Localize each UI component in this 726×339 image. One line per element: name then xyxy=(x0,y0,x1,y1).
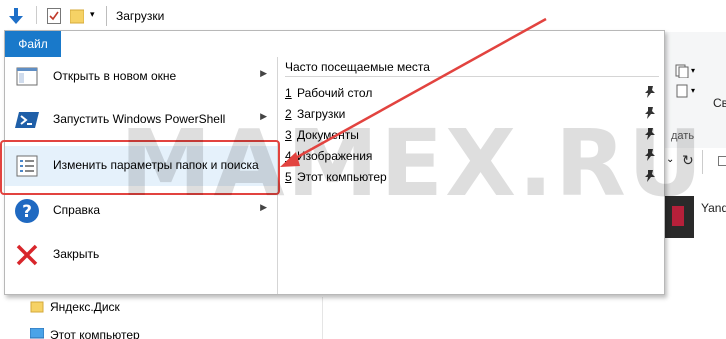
recent-item-label: Рабочий стол xyxy=(297,86,373,100)
ribbon-dropdown-icon[interactable]: ▾ xyxy=(691,66,695,75)
file-tab[interactable]: Файл xyxy=(5,31,61,57)
paste-shortcut-icon[interactable] xyxy=(675,84,689,98)
title-bar: ▾ Загрузки xyxy=(0,0,726,31)
search-box-partial[interactable] xyxy=(718,156,726,166)
copy-path-icon[interactable] xyxy=(675,64,689,78)
menu-item-label: Открыть в новом окне xyxy=(53,69,177,83)
menu-item-label: Справка xyxy=(53,203,101,217)
powershell-icon xyxy=(15,112,39,128)
recent-header-divider xyxy=(285,76,659,77)
title-separator xyxy=(106,6,107,26)
recent-places-header: Часто посещаемые места xyxy=(285,60,430,74)
this-pc-icon xyxy=(30,328,44,339)
window-title: Загрузки xyxy=(116,9,165,23)
customize-qat-icon[interactable]: ▾ xyxy=(90,9,95,20)
svg-text:?: ? xyxy=(22,202,32,222)
recent-item-number: 1 xyxy=(285,86,292,100)
watermark: MAMEX.RU xyxy=(120,110,705,217)
close-icon xyxy=(16,244,38,266)
ribbon-label-partial: Св xyxy=(713,96,726,110)
qat-separator xyxy=(36,6,37,24)
nav-item-yandex-disk[interactable]: Яндекс.Диск xyxy=(50,300,120,314)
menu-item-close[interactable]: Закрыть xyxy=(5,235,277,275)
new-window-icon xyxy=(16,67,38,86)
menu-item-open-new-window[interactable]: Открыть в новом окне ▶ xyxy=(5,57,277,97)
properties-icon[interactable] xyxy=(47,8,61,24)
pane-divider xyxy=(322,297,323,339)
help-icon: ? xyxy=(15,199,39,223)
ribbon-dropdown-icon-2[interactable]: ▾ xyxy=(691,86,695,95)
file-name-partial[interactable]: Yand xyxy=(701,201,726,215)
new-folder-icon[interactable] xyxy=(70,8,84,24)
down-arrow-icon[interactable] xyxy=(9,8,23,24)
recent-item[interactable]: 1 Рабочий стол xyxy=(285,83,659,104)
nav-item-this-pc[interactable]: Этот компьютер xyxy=(50,328,140,339)
menu-item-label: Закрыть xyxy=(53,247,100,261)
submenu-arrow-icon: ▶ xyxy=(260,68,267,78)
yandex-disk-icon xyxy=(30,301,44,313)
pin-icon[interactable] xyxy=(643,85,657,99)
